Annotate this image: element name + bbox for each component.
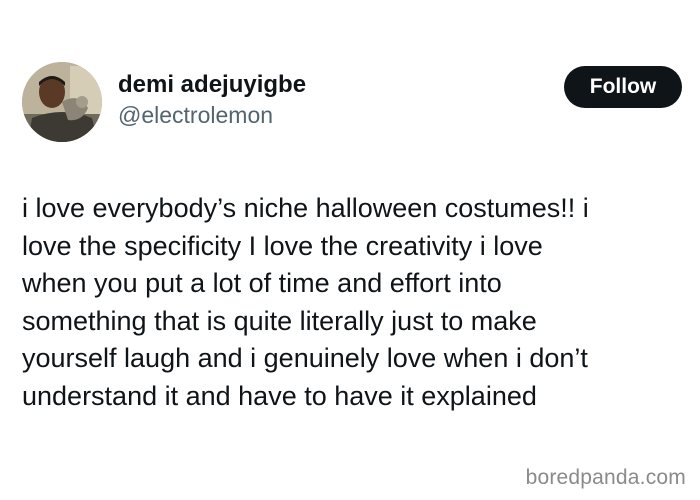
avatar[interactable]	[22, 62, 102, 142]
tweet-text-line: love the specificity I love the creativi…	[22, 230, 543, 261]
tweet-text-line: when you put a lot of time and effort in…	[22, 268, 502, 298]
author-names: demi adejuyigbe @electrolemon	[118, 70, 306, 130]
watermark: boredpanda.com	[525, 466, 686, 489]
tweet-text-line: yourself laugh and i genuinely love when…	[22, 343, 588, 373]
display-name[interactable]: demi adejuyigbe	[118, 70, 306, 100]
profile-photo	[22, 62, 102, 142]
tweet-text-line: i love everybody’s niche halloween costu…	[22, 193, 589, 223]
tweet-header: demi adejuyigbe @electrolemon Follow	[22, 62, 682, 142]
tweet-text-line: something that is quite literally just t…	[22, 305, 537, 336]
tweet-text: i love everybody’s niche halloween costu…	[22, 190, 687, 415]
follow-button[interactable]: Follow	[564, 66, 682, 108]
user-handle[interactable]: @electrolemon	[118, 100, 306, 130]
tweet-text-line: understand it and have to have it explai…	[22, 380, 537, 411]
